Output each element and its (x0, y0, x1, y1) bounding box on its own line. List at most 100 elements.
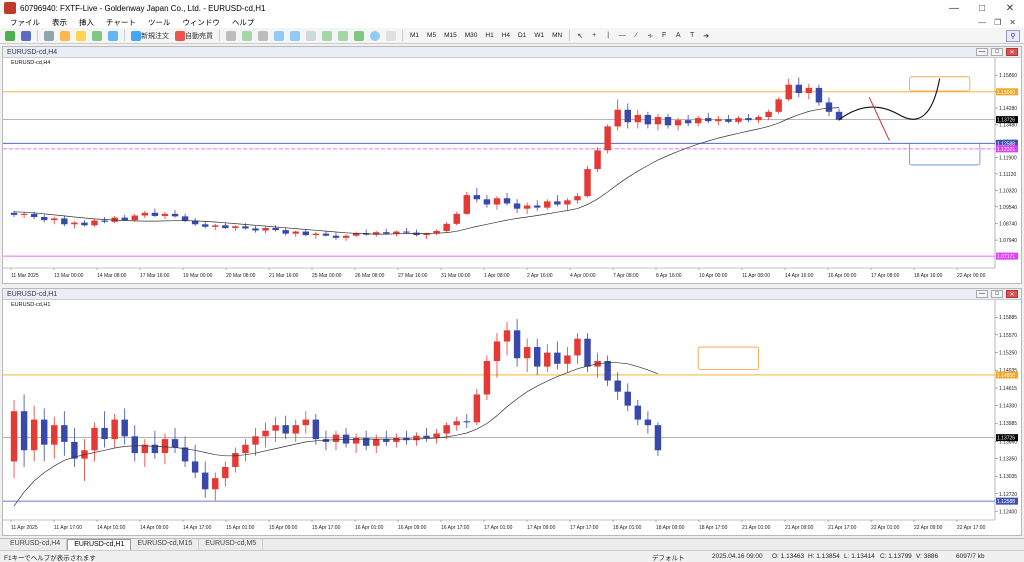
menu-window[interactable]: ウィンドウ (176, 17, 226, 28)
candle-body (292, 425, 299, 434)
menu-chart[interactable]: チャート (100, 17, 142, 28)
timeframe-m30[interactable]: M30 (462, 32, 481, 39)
timeframe-h1[interactable]: H1 (482, 32, 496, 39)
text-tool[interactable]: A (672, 30, 684, 42)
tab-eurusd-m15[interactable]: EURUSD-cd,M15 (131, 539, 200, 550)
templates-button[interactable] (384, 30, 398, 42)
candle-body (242, 226, 249, 229)
candle-body (674, 120, 682, 126)
label-tool[interactable]: T (686, 30, 698, 42)
x-tick-label: 21 Apr 09:00 (785, 525, 814, 531)
tab-eurusd-m5[interactable]: EURUSD-cd,M5 (199, 539, 264, 550)
chart-maximize-icon[interactable]: □ (991, 48, 1003, 56)
status-traffic: 6097/7 kb (956, 553, 985, 560)
zoom-out-button[interactable] (288, 30, 302, 42)
mdi-close-icon[interactable]: ✕ (1009, 18, 1016, 27)
chart-maximize-icon[interactable]: □ (991, 290, 1003, 298)
crosshair-tool[interactable]: + (588, 30, 600, 42)
maximize-icon[interactable]: □ (968, 0, 996, 16)
candle-body (493, 198, 501, 205)
bar-chart-button[interactable] (224, 30, 238, 42)
candles (10, 319, 662, 501)
price-chart-h4[interactable]: 1.158601.150601.142801.134801.126801.119… (3, 58, 1021, 283)
new-order-icon (131, 30, 141, 41)
data-window-button[interactable] (58, 30, 72, 42)
candle-body (423, 233, 430, 236)
x-tick-label: 27 Mar 16:00 (398, 273, 428, 279)
bearish-projection (868, 96, 890, 141)
x-tick-label: 26 Mar 08:00 (355, 273, 385, 279)
candle-body (544, 201, 551, 208)
periods-button[interactable] (368, 30, 382, 42)
menu-tools[interactable]: ツール (142, 17, 177, 28)
projection-path (838, 78, 941, 121)
menu-view[interactable]: 表示 (46, 17, 73, 28)
tile-button[interactable] (304, 30, 318, 42)
chart-minimize-icon[interactable]: — (976, 290, 988, 298)
chart-close-icon[interactable]: ✕ (1006, 290, 1018, 298)
chart-shift-button[interactable] (336, 30, 350, 42)
candle-body (131, 215, 138, 221)
y-tick-label: 1.14300 (999, 404, 1017, 410)
candle-body (252, 228, 259, 231)
auto-trading-icon (175, 30, 185, 41)
timeframe-m1[interactable]: M1 (407, 32, 422, 39)
zoom-in-button[interactable] (272, 30, 286, 42)
search-icon[interactable]: ⚲ (1006, 30, 1020, 42)
autoscroll-button[interactable] (320, 30, 334, 42)
price-chart-h1[interactable]: 1.158851.155701.152501.149351.146151.143… (3, 300, 1021, 535)
menu-help[interactable]: ヘルプ (226, 17, 261, 28)
profiles-button[interactable] (19, 30, 33, 42)
cursor-tool[interactable]: ↖ (574, 30, 586, 42)
candle-body (765, 111, 772, 118)
chart-window-h1[interactable]: EURUSD-cd,H1 — □ ✕ 1.15885 1.15570 1.15250… (2, 288, 1022, 536)
support-zone-box (909, 143, 981, 166)
timeframe-d1[interactable]: D1 (515, 32, 529, 39)
horizontal-line-tool[interactable]: — (616, 30, 628, 42)
timeframe-mn[interactable]: MN (549, 32, 565, 39)
new-chart-button[interactable] (3, 30, 17, 42)
candle-body (413, 435, 420, 441)
close-icon[interactable]: ✕ (996, 0, 1024, 16)
candle-body (654, 117, 662, 125)
trendline-tool[interactable]: ∕ (630, 30, 642, 42)
arrows-tool[interactable]: ➜ (700, 30, 712, 42)
chart-window-h4[interactable]: EURUSD-cd,H4 — □ ✕ 1.15860 1.15060 1.14280… (2, 46, 1022, 284)
minimize-icon[interactable]: — (940, 0, 968, 16)
candlestick-button[interactable] (240, 30, 254, 42)
candle-body (101, 427, 108, 440)
market-watch-icon (44, 30, 54, 41)
line-chart-button[interactable] (256, 30, 270, 42)
new-order-button[interactable]: 新規注文 (129, 30, 171, 42)
mdi-restore-icon[interactable]: ❐ (994, 18, 1001, 27)
timeframe-w1[interactable]: W1 (531, 32, 547, 39)
menu-insert[interactable]: 挿入 (73, 17, 100, 28)
navigator-button[interactable] (74, 30, 88, 42)
timeframe-m5[interactable]: M5 (424, 32, 439, 39)
menu-file[interactable]: ファイル (4, 17, 46, 28)
candle-body (222, 467, 229, 479)
market-watch-button[interactable] (42, 30, 56, 42)
x-tick-label: 20 Mar 08:00 (226, 273, 256, 279)
terminal-button[interactable] (90, 30, 104, 42)
tab-eurusd-h4[interactable]: EURUSD-cd,H4 (4, 539, 68, 550)
candle-body (634, 405, 642, 420)
chart-close-icon[interactable]: ✕ (1006, 48, 1018, 56)
indicators-button[interactable] (352, 30, 366, 42)
tester-button[interactable] (106, 30, 120, 42)
mdi-minimize-icon[interactable]: — (978, 18, 986, 27)
chart-minimize-icon[interactable]: — (976, 48, 988, 56)
candle-body (815, 87, 823, 103)
fibo-tool[interactable]: F (658, 30, 670, 42)
candle-body (453, 213, 460, 224)
candle-body (342, 434, 350, 444)
candle-body (272, 425, 279, 431)
status-open: O: 1.13463 (772, 553, 805, 560)
channel-tool[interactable]: ∻ (644, 30, 656, 42)
auto-trading-button[interactable]: 自動売買 (173, 30, 215, 42)
timeframe-m15[interactable]: M15 (441, 32, 460, 39)
timeframe-h4[interactable]: H4 (499, 32, 513, 39)
tab-eurusd-h1[interactable]: EURUSD-cd,H1 (67, 539, 132, 550)
x-tick-label: 19 Mar 00:00 (183, 273, 213, 279)
vertical-line-tool[interactable]: | (602, 30, 614, 42)
